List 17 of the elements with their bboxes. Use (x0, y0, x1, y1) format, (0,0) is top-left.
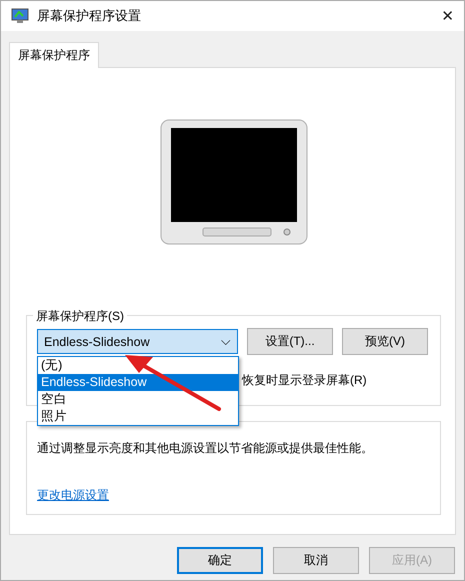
screensaver-dropdown[interactable]: Endless-Slideshow ⌵ (37, 329, 238, 354)
group-title: 屏幕保护程序(S) (33, 308, 127, 325)
dialog-button[interactable]: 取消 (273, 547, 359, 574)
power-settings-link[interactable]: 更改电源设置 (37, 488, 109, 502)
dropdown-option[interactable]: Endless-Slideshow (38, 374, 238, 391)
close-icon[interactable]: ✕ (441, 7, 454, 25)
dropdown-option[interactable]: (无) (38, 357, 238, 374)
checkbox-label: 恢复时显示登录屏幕(R) (242, 373, 367, 387)
dialog-button[interactable]: 预览(V) (342, 328, 428, 355)
dialog-button[interactable]: 设置(T)... (247, 328, 333, 355)
dropdown-option[interactable]: 照片 (38, 408, 238, 425)
power-description: 通过调整显示亮度和其他电源设置以节省能源或提供最佳性能。 (37, 440, 374, 457)
tab[interactable]: 屏幕保护程序 (9, 42, 99, 68)
dialog-button[interactable]: 确定 (177, 547, 263, 574)
monitor-icon (11, 8, 29, 24)
dropdown-option[interactable]: 空白 (38, 391, 238, 408)
window-title: 屏幕保护程序设置 (37, 7, 142, 25)
